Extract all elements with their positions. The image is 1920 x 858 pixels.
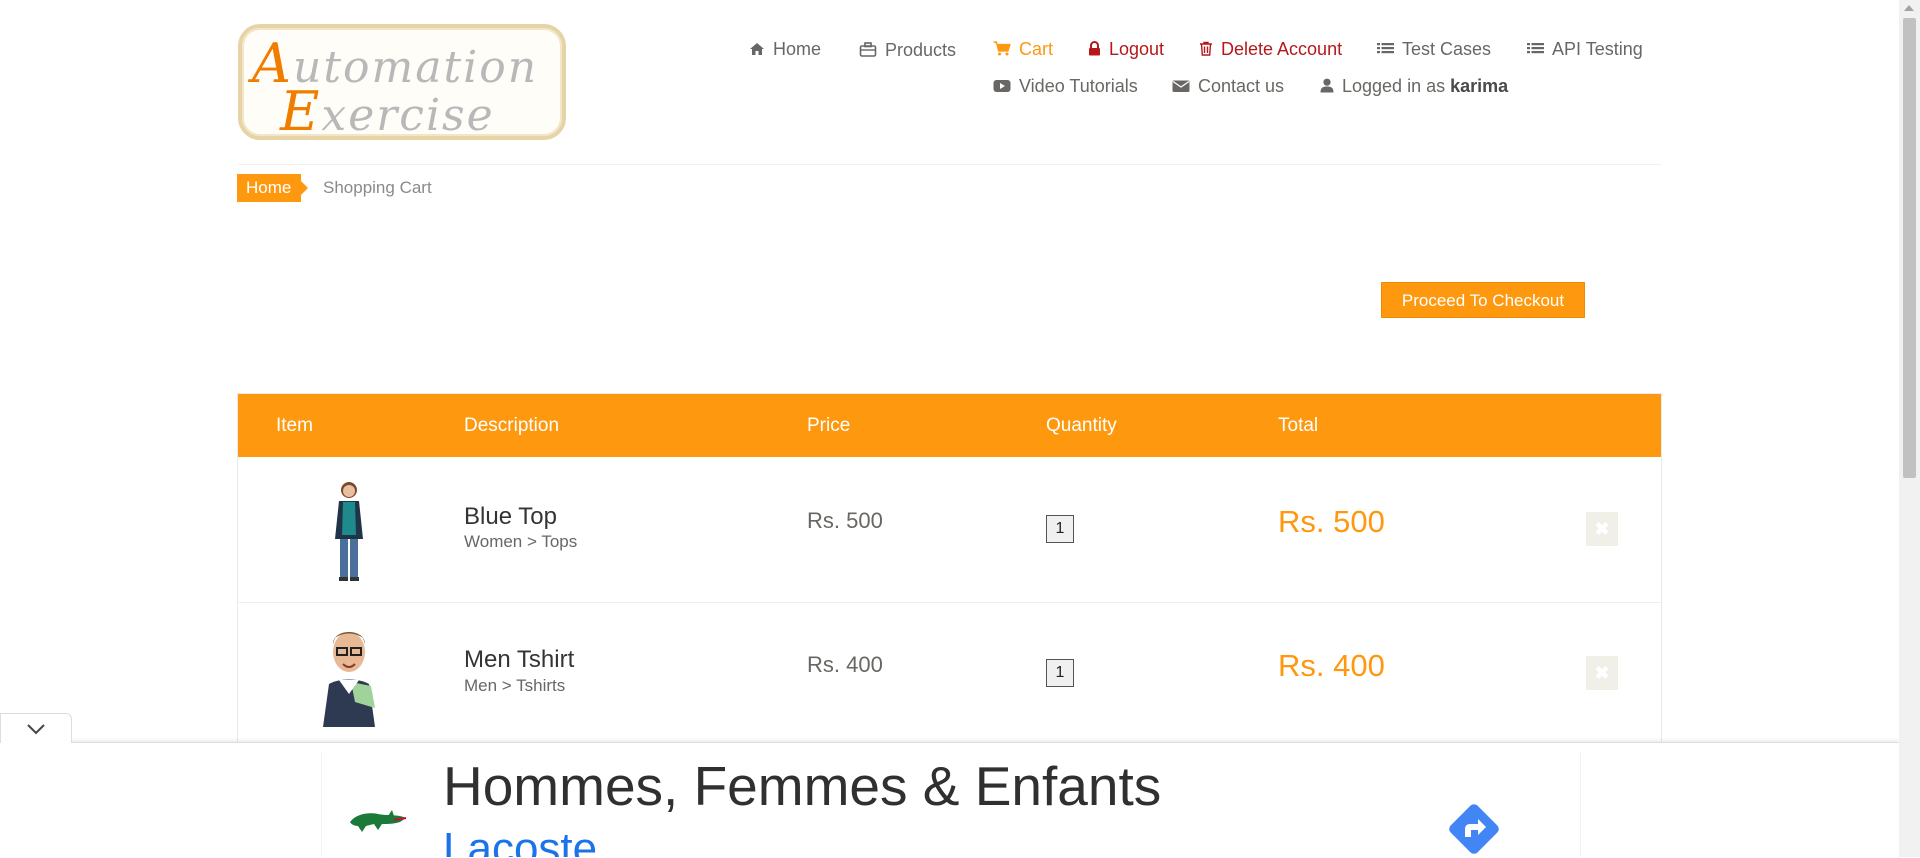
product-price: Rs. 400 [807,652,883,677]
product-price: Rs. 500 [807,508,883,533]
directions-arrow-icon[interactable] [1445,800,1503,857]
vertical-scrollbar[interactable] [1899,0,1920,857]
breadcrumb-home[interactable]: Home [237,174,309,202]
ad-headline: Hommes, Femmes & Enfants [443,755,1162,817]
product-category: Women > Tops [464,532,578,551]
logo-line-2: Exercise [280,80,495,143]
ad-banner[interactable]: Hommes, Femmes & Enfants Lacoste [321,752,1581,857]
nav-test-cases-label: Test Cases [1402,39,1492,59]
quantity-field[interactable]: 1 [1046,515,1074,543]
ad-brand: Lacoste [443,824,598,857]
scroll-up-arrow-icon[interactable] [1904,5,1914,11]
nav-delete-account[interactable]: Delete Account [1199,39,1342,60]
header-price: Price [807,415,851,436]
scrollbar-thumb[interactable] [1903,18,1916,478]
product-total: Rs. 400 [1278,648,1385,683]
youtube-play-icon [993,79,1011,93]
nav-products-label: Products [885,40,957,60]
delete-item-button[interactable]: ✖ [1586,512,1618,546]
nav-logged-in-user: Logged in as karima [1320,76,1508,97]
list-icon [1377,42,1394,56]
nav-home-label: Home [773,39,822,59]
delete-item-button[interactable]: ✖ [1586,656,1618,690]
product-image-men-tshirt[interactable] [299,622,399,727]
close-icon: ✖ [1594,519,1610,539]
nav-logout[interactable]: Logout [1088,39,1164,60]
logged-in-label: Logged in as [1342,76,1446,96]
breadcrumb-current: Shopping Cart [323,178,432,197]
nav-logout-label: Logout [1109,39,1165,59]
chevron-down-icon [26,722,46,740]
product-name[interactable]: Men Tshirt [464,646,574,674]
nav-cart-label: Cart [1019,39,1054,59]
nav-video-tutorials-label: Video Tutorials [1019,76,1138,96]
nav-products[interactable]: Products [859,40,956,61]
nav-api-testing-label: API Testing [1552,39,1643,59]
header-quantity: Quantity [1046,415,1117,436]
product-total: Rs. 500 [1278,504,1385,539]
product-category: Men > Tshirts [464,676,566,695]
nav-api-testing[interactable]: API Testing [1527,39,1643,60]
header-total: Total [1278,415,1319,436]
nav-video-tutorials[interactable]: Video Tutorials [993,76,1138,97]
user-icon [1320,78,1334,93]
cart-table-header: Item Description Price Quantity Total [238,394,1661,457]
nav-test-cases[interactable]: Test Cases [1377,39,1491,60]
list-icon [1527,42,1544,56]
table-row: Blue Top Women > Tops Rs. 500 1 Rs. 500 … [238,457,1661,603]
close-icon: ✖ [1594,663,1610,683]
home-icon [749,42,765,56]
nav-cart[interactable]: Cart [993,39,1053,60]
quantity-field[interactable]: 1 [1046,659,1074,687]
logo-text-2: xercise [321,90,495,141]
lock-icon [1088,41,1101,56]
table-row: Men Tshirt Men > Tshirts Rs. 400 1 Rs. 4… [238,602,1661,748]
briefcase-icon [859,42,877,57]
header-description: Description [464,415,560,436]
product-image-blue-top[interactable] [299,477,399,582]
trash-icon [1199,41,1213,56]
shopping-cart-icon [993,41,1011,56]
ad-collapse-toggle[interactable] [0,713,72,743]
site-logo[interactable]: Automation Exercise [238,24,566,143]
nav-contact-us[interactable]: Contact us [1172,76,1284,97]
header-item: Item [276,415,313,436]
header-divider [238,164,1661,165]
logo-cap-e: E [280,80,322,143]
lacoste-crocodile-icon [348,804,408,843]
username: karima [1450,76,1509,96]
envelope-icon [1172,79,1190,93]
nav-home[interactable]: Home [749,39,821,60]
nav-delete-account-label: Delete Account [1221,39,1343,59]
product-name[interactable]: Blue Top [464,503,557,531]
proceed-to-checkout-button[interactable]: Proceed To Checkout [1381,282,1585,318]
page: Automation Exercise Home Products Cart L… [0,0,1899,858]
nav-contact-us-label: Contact us [1198,76,1285,96]
